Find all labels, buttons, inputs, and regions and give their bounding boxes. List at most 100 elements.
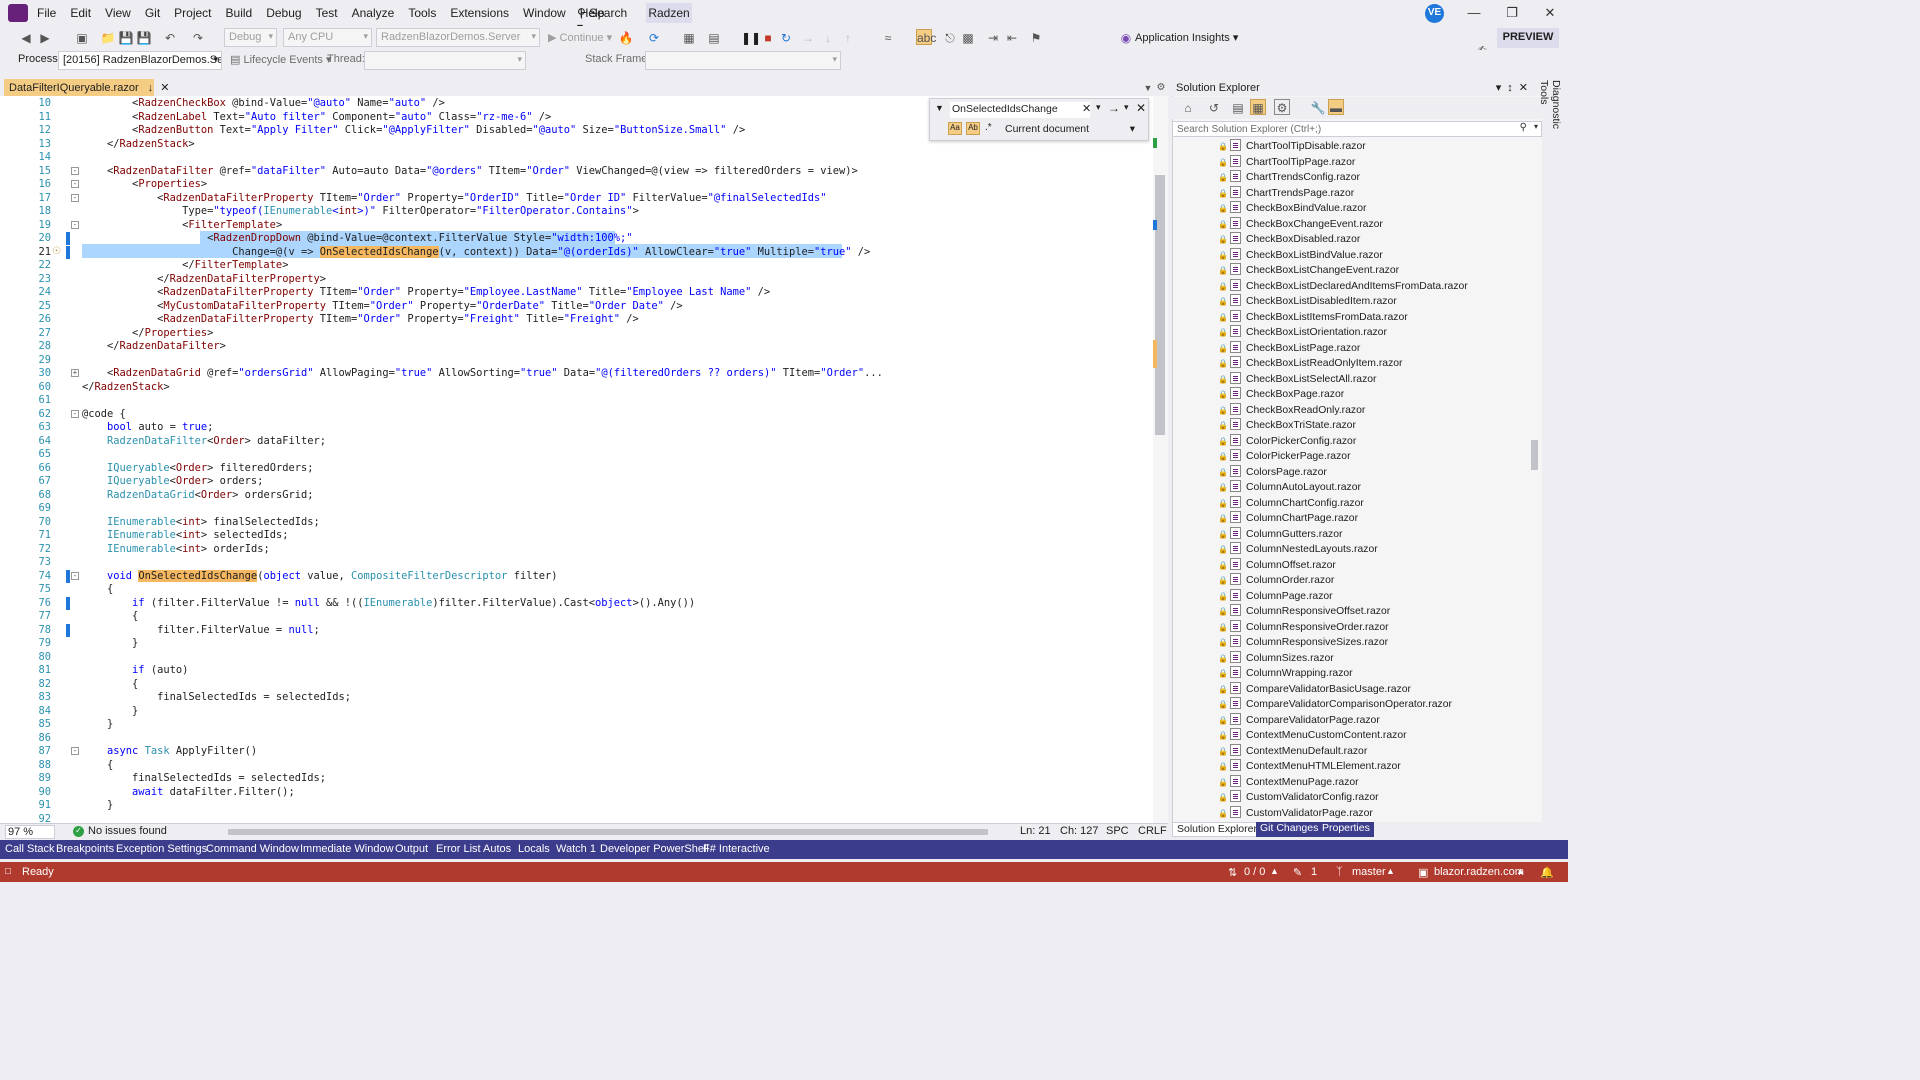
preview-button[interactable]: PREVIEW	[1497, 28, 1559, 48]
menu-item-file[interactable]: File	[30, 0, 63, 26]
editor-settings-icon[interactable]: ⚙	[1153, 80, 1169, 96]
code-line[interactable]: 64 RadzenDataFilter<Order> dataFilter;	[0, 435, 1153, 449]
find-input[interactable]: OnSelectedIdsChange	[950, 102, 1090, 118]
solution-file-item[interactable]: 🔒 ColumnGutters.razor	[1218, 526, 1530, 543]
fold-toggle-icon[interactable]: -	[71, 193, 79, 202]
find-next-icon[interactable]: →	[1108, 101, 1120, 115]
menu-item-view[interactable]: View	[98, 0, 138, 26]
restore-icon[interactable]: ❐	[1493, 0, 1531, 26]
code-line[interactable]: 82 {	[0, 678, 1153, 692]
radzen-menu[interactable]: Radzen	[646, 3, 692, 23]
code-line[interactable]: 60 </RadzenStack>	[0, 381, 1153, 395]
code-line[interactable]: 26 <RadzenDataFilterProperty TItem="Orde…	[0, 313, 1153, 327]
issues-status[interactable]: No issues found	[88, 825, 167, 837]
solution-file-item[interactable]: 🔒 ChartTrendsConfig.razor	[1218, 170, 1530, 186]
menu-item-edit[interactable]: Edit	[63, 0, 98, 26]
tool-tab-error-list[interactable]: Error List	[436, 843, 481, 855]
code-line[interactable]: 76 if (filter.FilterValue != null && !((…	[0, 597, 1153, 611]
branch-dropdown-icon[interactable]: ▲	[1386, 866, 1395, 876]
fold-toggle-icon[interactable]: -	[71, 409, 79, 418]
code-line[interactable]: 27 </Properties>	[0, 327, 1153, 341]
solution-file-item[interactable]: 🔒 CompareValidatorComparisonOperator.razo…	[1218, 697, 1530, 713]
solution-file-item[interactable]: 🔒 ColumnOrder.razor	[1218, 573, 1530, 589]
solution-file-item[interactable]: 🔒 ColumnResponsiveOrder.razor	[1218, 619, 1530, 636]
indent-icon[interactable]: ⇥	[985, 30, 1001, 46]
solution-file-item[interactable]: 🔒 ChartToolTipPage.razor	[1218, 154, 1530, 171]
search-menu[interactable]: ⚲ Search ▾	[571, 3, 638, 34]
code-line[interactable]: 14	[0, 151, 1153, 165]
show-all-files-icon[interactable]: ▦	[1250, 99, 1266, 115]
code-line[interactable]: 89 finalSelectedIds = selectedIds;	[0, 772, 1153, 786]
code-line[interactable]: 74 void OnSelectedIdsChange(object value…	[0, 569, 1153, 584]
new-project-icon[interactable]: ▣	[74, 30, 90, 46]
code-line[interactable]: 87 async Task ApplyFilter()	[0, 745, 1153, 759]
match-case-icon[interactable]: Aa	[948, 122, 962, 135]
code-line[interactable]: 88 {	[0, 759, 1153, 773]
solution-file-item[interactable]: 🔒 CheckBoxListReadOnlyItem.razor	[1218, 356, 1530, 372]
repo-dropdown-icon[interactable]: ▲	[1516, 866, 1525, 876]
code-line[interactable]: 72 IEnumerable<int> orderIds;	[0, 543, 1153, 557]
code-line[interactable]: 61	[0, 394, 1153, 408]
avatar[interactable]: VE	[1425, 4, 1444, 23]
panel-options-icon[interactable]: ▾	[1496, 82, 1508, 94]
code-line[interactable]: 68 RadzenDataGrid<Order> ordersGrid;	[0, 489, 1153, 503]
tool-tab-autos[interactable]: Autos	[483, 843, 511, 855]
solution-file-item[interactable]: 🔒 ColumnResponsiveSizes.razor	[1218, 635, 1530, 651]
menu-item-tools[interactable]: Tools	[401, 0, 443, 26]
solution-file-item[interactable]: 🔒 ContextMenuDefault.razor	[1218, 743, 1530, 760]
collapse-all-icon[interactable]: ▤	[1230, 100, 1246, 116]
solution-file-item[interactable]: 🔒 ColumnWrapping.razor	[1218, 666, 1530, 682]
outdent-icon[interactable]: ⇤	[1004, 30, 1020, 46]
solution-file-item[interactable]: 🔒 CustomValidatorConfig.razor	[1218, 790, 1530, 806]
restart-icon[interactable]: ↻	[778, 30, 794, 46]
solution-file-item[interactable]: 🔒 CompareValidatorBasicUsage.razor	[1218, 681, 1530, 698]
code-line[interactable]: 77 {	[0, 610, 1153, 624]
code-line[interactable]: 18 Type="typeof(IEnumerable<int>)" Filte…	[0, 205, 1153, 219]
solution-explorer-search[interactable]: Search Solution Explorer (Ctrl+;) ⚲ ▾	[1172, 121, 1542, 137]
solution-file-item[interactable]: 🔒 CheckBoxListChangeEvent.razor	[1218, 263, 1530, 279]
menu-item-window[interactable]: Window	[516, 0, 573, 26]
tool-tab-f-interactive[interactable]: F# Interactive	[703, 843, 770, 855]
solution-file-item[interactable]: 🔒 ContextMenuCustomContent.razor	[1218, 728, 1530, 744]
step-out-icon[interactable]: ↑	[840, 30, 856, 46]
sync-dropdown-icon[interactable]: ▲	[1270, 866, 1279, 876]
fold-toggle-icon[interactable]: -	[71, 166, 79, 175]
tool-tab-immediate-window[interactable]: Immediate Window	[300, 843, 394, 855]
close-window-icon[interactable]: ✕	[1531, 0, 1568, 26]
application-insights-button[interactable]: Application Insights ▾	[1135, 31, 1238, 44]
pending-edits[interactable]: 1	[1311, 866, 1317, 878]
solution-file-item[interactable]: 🔒 ColumnOffset.razor	[1218, 557, 1530, 574]
solution-file-item[interactable]: 🔒 ColumnResponsiveOffset.razor	[1218, 604, 1530, 620]
tab-solution-explorer[interactable]: Solution Explorer	[1172, 822, 1262, 837]
tool-tab-locals[interactable]: Locals	[518, 843, 550, 855]
solution-file-item[interactable]: 🔒 ContextMenuHTMLElement.razor	[1218, 759, 1530, 775]
solution-explorer-scrollbar[interactable]	[1528, 138, 1541, 820]
code-line[interactable]: 84 }	[0, 705, 1153, 719]
code-line[interactable]: 78 filter.FilterValue = null;	[0, 624, 1153, 638]
horizontal-scroll-thumb[interactable]	[228, 829, 988, 835]
whitespace-indicator[interactable]: SPC	[1106, 825, 1129, 837]
code-line[interactable]: 23 </RadzenDataFilterProperty>	[0, 273, 1153, 287]
solution-file-item[interactable]: 🔒 ColorPickerPage.razor	[1218, 449, 1530, 465]
application-insights-icon[interactable]: ◉	[1118, 30, 1134, 46]
solution-file-item[interactable]: 🔒 ColorPickerConfig.razor	[1218, 433, 1530, 450]
code-line[interactable]: 17 <RadzenDataFilterProperty TItem="Orde…	[0, 192, 1153, 206]
stop-icon[interactable]: ■	[760, 30, 776, 46]
minimize-icon[interactable]: —	[1455, 0, 1493, 26]
code-line[interactable]: 83 finalSelectedIds = selectedIds;	[0, 691, 1153, 705]
refresh-icon[interactable]: ⟳	[646, 30, 662, 46]
save-all-icon[interactable]: 💾	[136, 30, 152, 46]
code-line[interactable]: 70 IEnumerable<int> finalSelectedIds;	[0, 516, 1153, 530]
solution-file-item[interactable]: 🔒 CheckBoxDisabled.razor	[1218, 232, 1530, 248]
tab-properties[interactable]: Properties	[1318, 822, 1374, 837]
pause-icon[interactable]: ❚❚	[741, 30, 761, 46]
code-line[interactable]: 66 IQueryable<Order> filteredOrders;	[0, 462, 1153, 476]
column-indicator[interactable]: Ch: 127	[1060, 825, 1099, 837]
solution-file-item[interactable]: 🔒 ColumnNestedLayouts.razor	[1218, 542, 1530, 558]
code-line[interactable]: 62 @code {	[0, 408, 1153, 422]
step-into-icon[interactable]: ↓	[820, 30, 836, 46]
tab-git-changes[interactable]: Git Changes	[1256, 822, 1323, 837]
zoom-level[interactable]: 97 %	[5, 825, 55, 839]
tool-tab-call-stack[interactable]: Call Stack	[5, 843, 55, 855]
line-ending-indicator[interactable]: CRLF	[1138, 825, 1167, 837]
